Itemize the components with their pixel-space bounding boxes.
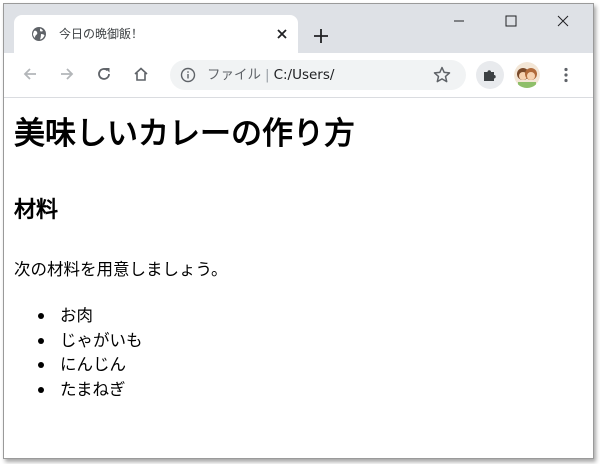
tab-title: 今日の晩御飯！ bbox=[59, 27, 144, 41]
browser-window: 今日の晩御飯！ ファイル | C:/Users/ 美味しいカレーの作り方 材料 … bbox=[3, 3, 594, 459]
active-tab[interactable]: 今日の晩御飯！ bbox=[14, 15, 298, 53]
bullet-icon bbox=[38, 337, 44, 344]
scheme-label: ファイル bbox=[207, 67, 261, 83]
star-icon[interactable] bbox=[432, 65, 452, 85]
minimize-icon[interactable] bbox=[436, 4, 482, 38]
list-item-label: お肉 bbox=[60, 306, 93, 325]
toolbar: ファイル | C:/Users/ bbox=[4, 53, 593, 98]
reload-icon[interactable] bbox=[90, 60, 118, 88]
list-item: じゃがいも bbox=[14, 330, 143, 352]
tab-strip: 今日の晩御飯！ bbox=[4, 4, 593, 53]
tab-close-icon[interactable] bbox=[272, 24, 292, 44]
address-separator: | bbox=[265, 67, 270, 83]
address-text: ファイル | C:/Users/ bbox=[207, 67, 334, 83]
section-heading: 材料 bbox=[14, 198, 59, 223]
page-title: 美味しいカレーの作り方 bbox=[14, 116, 355, 152]
list-item: たまねぎ bbox=[14, 379, 143, 401]
back-arrow-icon[interactable] bbox=[16, 60, 44, 88]
address-url: C:/Users/ bbox=[273, 67, 335, 83]
bullet-icon bbox=[38, 362, 44, 368]
new-tab-plus-icon[interactable] bbox=[307, 22, 335, 50]
bullet-icon bbox=[38, 386, 44, 393]
puzzle-icon[interactable] bbox=[476, 61, 504, 89]
intro-text: 次の材料を用意しましょう。 bbox=[14, 260, 228, 279]
list-item-label: たまねぎ bbox=[60, 379, 126, 399]
kebab-menu-icon[interactable] bbox=[552, 61, 580, 89]
page-content: 美味しいカレーの作り方 材料 次の材料を用意しましょう。 お肉 じゃがいも にん… bbox=[4, 98, 593, 458]
list-item-label: にんじん bbox=[60, 355, 126, 374]
ingredient-list: お肉 じゃがいも にんじん たまねぎ bbox=[14, 305, 143, 403]
list-item-label: じゃがいも bbox=[60, 330, 143, 350]
home-icon[interactable] bbox=[127, 60, 155, 88]
info-icon[interactable] bbox=[180, 67, 196, 83]
avatar[interactable] bbox=[514, 62, 540, 88]
bullet-icon bbox=[38, 313, 44, 319]
address-bar[interactable]: ファイル | C:/Users/ bbox=[170, 60, 466, 90]
maximize-icon[interactable] bbox=[488, 4, 534, 38]
list-item: にんじん bbox=[14, 354, 143, 376]
forward-arrow-icon[interactable] bbox=[53, 60, 81, 88]
close-window-icon[interactable] bbox=[540, 4, 586, 38]
globe-icon bbox=[31, 26, 47, 42]
list-item: お肉 bbox=[14, 305, 143, 327]
